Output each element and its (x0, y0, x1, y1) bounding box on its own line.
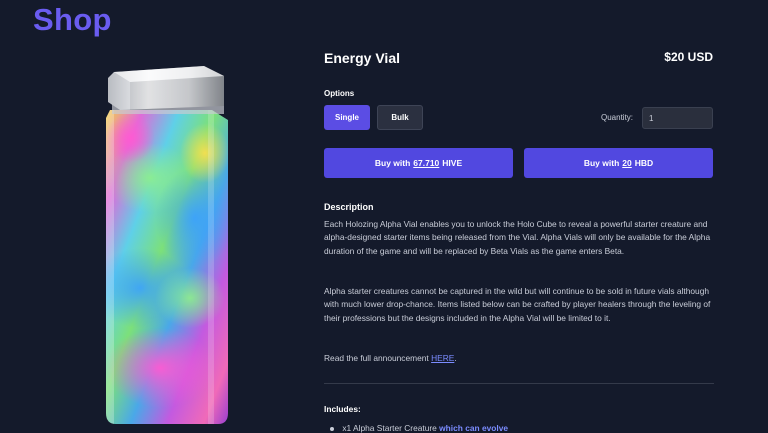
product-name: Energy Vial (324, 50, 401, 66)
page-title: Shop (33, 2, 112, 37)
bullet-icon (330, 426, 334, 431)
buy-with-hive-button[interactable]: Buy with 67.710 HIVE (324, 148, 513, 178)
option-single-button[interactable]: Single (324, 105, 370, 130)
buy-hbd-prefix: Buy with (583, 158, 620, 168)
description-paragraph-1: Each Holozing Alpha Vial enables you to … (324, 219, 711, 256)
product-price: $20 USD (664, 50, 713, 64)
description-paragraph-2: Alpha starter creatures cannot be captur… (324, 286, 711, 323)
includes-heading: Includes: (324, 404, 361, 414)
include-list-item: x1 Alpha Starter Creature which can evol… (330, 423, 508, 433)
buy-hbd-amount: 20 (622, 158, 632, 168)
announcement-prefix: Read the full announcement (324, 353, 429, 363)
announcement-suffix: . (454, 353, 457, 363)
buy-with-hbd-button[interactable]: Buy with 20 HBD (524, 148, 713, 178)
announcement-link[interactable]: HERE (431, 353, 454, 363)
buy-hive-prefix: Buy with (374, 158, 411, 168)
announcement-line: Read the full announcement HERE. (324, 352, 714, 365)
include-item-text: x1 Alpha Starter Creature (342, 423, 437, 433)
section-divider (324, 383, 714, 384)
quantity-input[interactable] (642, 107, 713, 129)
include-item-highlight[interactable]: which can evolve (439, 423, 508, 433)
product-vial-image (106, 66, 228, 424)
options-label: Options (324, 89, 355, 98)
quantity-label: Quantity: (601, 113, 634, 122)
buy-hive-currency: HIVE (442, 158, 463, 168)
buy-hbd-currency: HBD (634, 158, 654, 168)
buy-hive-amount: 67.710 (413, 158, 440, 168)
option-bulk-button[interactable]: Bulk (377, 105, 423, 130)
description-heading: Description (324, 202, 374, 212)
